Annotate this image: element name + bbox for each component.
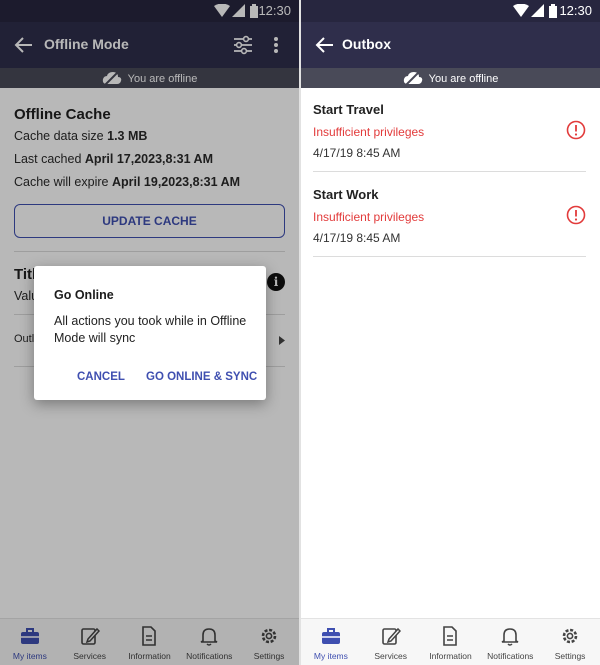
dialog-title: Go Online bbox=[54, 288, 114, 302]
nav-information[interactable]: Information bbox=[421, 619, 481, 665]
cancel-button[interactable]: CANCEL bbox=[77, 371, 125, 383]
dialog-message: All actions you took while in Offline Mo… bbox=[54, 314, 247, 345]
offline-banner: You are offline bbox=[301, 68, 600, 88]
nav-services[interactable]: Services bbox=[361, 619, 421, 665]
bell-icon bbox=[501, 628, 519, 646]
go-online-dialog: Go Online All actions you took while in … bbox=[34, 266, 266, 400]
nav-label: Notifications bbox=[487, 651, 534, 661]
nav-settings[interactable]: Settings bbox=[540, 619, 600, 665]
battery-icon bbox=[549, 4, 557, 18]
edit-icon bbox=[381, 627, 401, 645]
status-time: 12:30 bbox=[559, 3, 592, 18]
signal-icon bbox=[531, 4, 544, 17]
nav-label: Settings bbox=[554, 651, 586, 661]
go-online-sync-button[interactable]: GO ONLINE & SYNC bbox=[146, 371, 257, 383]
offline-banner-text: You are offline bbox=[428, 73, 499, 85]
error-info-icon[interactable] bbox=[566, 120, 586, 140]
gear-icon bbox=[562, 628, 578, 644]
outbox-item-title: Start Work bbox=[313, 187, 379, 202]
page-title: Outbox bbox=[342, 36, 391, 52]
outbox-item-title: Start Travel bbox=[313, 102, 384, 117]
nav-my-items[interactable]: My items bbox=[301, 619, 361, 665]
cloud-off-icon bbox=[403, 70, 422, 86]
nav-notifications[interactable]: Notifications bbox=[480, 619, 540, 665]
document-icon bbox=[443, 626, 458, 646]
outbox-screen: 12:30 Outbox You are offline Start Trave… bbox=[301, 0, 600, 665]
offline-mode-screen: 12:30 Offline Mode You are offline Offli… bbox=[0, 0, 299, 665]
outbox-item-error: Insufficient privileges bbox=[313, 125, 425, 139]
divider bbox=[313, 171, 586, 172]
wifi-icon bbox=[513, 4, 529, 17]
error-info-icon[interactable] bbox=[566, 205, 586, 225]
status-bar: 12:30 bbox=[301, 0, 600, 22]
divider bbox=[313, 256, 586, 257]
briefcase-icon bbox=[321, 628, 340, 644]
nav-label: Services bbox=[374, 651, 407, 661]
outbox-item-time: 4/17/19 8:45 AM bbox=[313, 146, 401, 160]
list-item[interactable]: Start Work Insufficient privileges 4/17/… bbox=[313, 173, 586, 257]
app-bar: Outbox bbox=[301, 22, 600, 68]
outbox-item-error: Insufficient privileges bbox=[313, 210, 425, 224]
list-item[interactable]: Start Travel Insufficient privileges 4/1… bbox=[313, 88, 586, 172]
arrow-left-icon[interactable] bbox=[315, 35, 335, 55]
nav-label: My items bbox=[313, 651, 348, 661]
nav-label: Information bbox=[429, 651, 472, 661]
bottom-nav: My items Services Information Notificati… bbox=[301, 618, 600, 665]
outbox-item-time: 4/17/19 8:45 AM bbox=[313, 231, 401, 245]
